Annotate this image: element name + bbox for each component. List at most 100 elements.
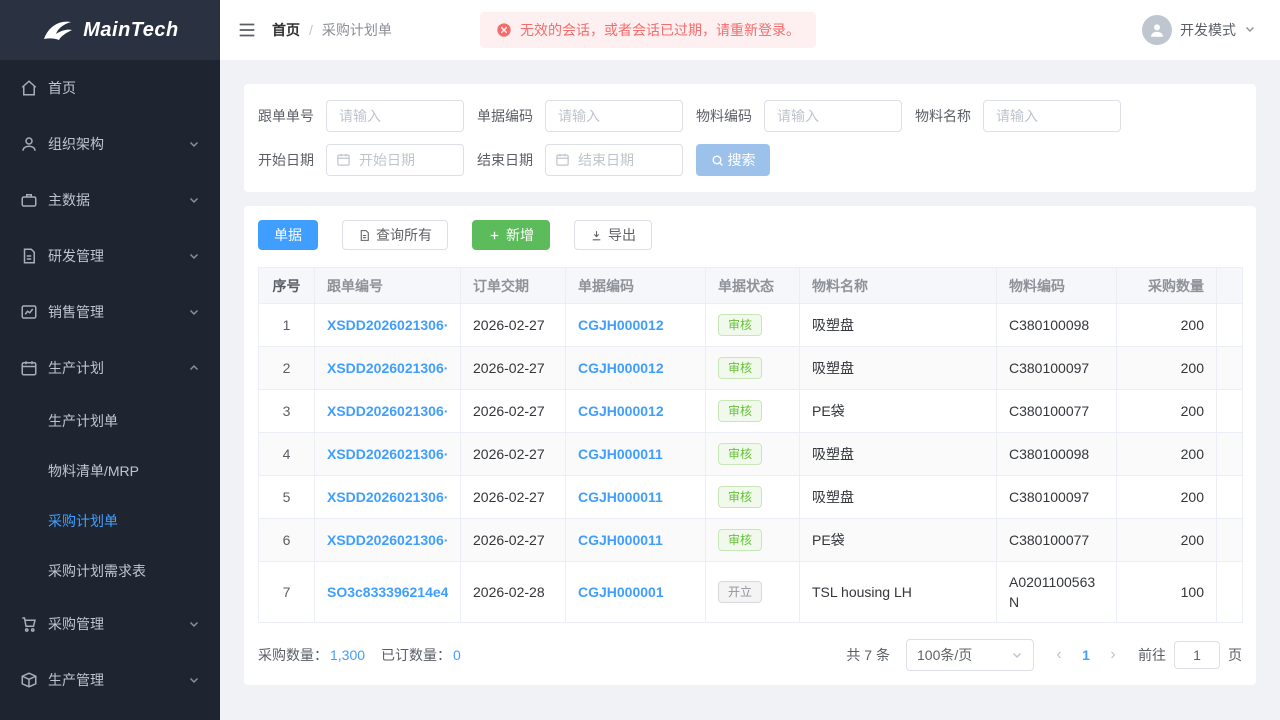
ordered-qty-value: 0 [453,647,461,663]
user-menu[interactable]: 开发模式 [1142,15,1256,45]
chevron-down-icon [188,250,200,262]
sidebar-subitem-production-plan-order[interactable]: 生产计划单 [0,396,220,446]
filter-label: 开始日期 [258,150,314,170]
material-name-input[interactable] [983,100,1121,132]
cell-extra [1217,476,1243,519]
filter-doc-code: 单据编码 [477,100,683,132]
chevron-down-icon [188,674,200,686]
cell-material: PE袋 [800,519,997,562]
doc-no-link[interactable]: CGJH000012 [578,315,693,335]
order-no-link[interactable]: XSDD2026021306·· [327,487,448,507]
goto-page-input[interactable] [1174,641,1220,669]
doc-no-link[interactable]: CGJH000011 [578,487,693,507]
sidebar-item-org[interactable]: 组织架构 [0,116,220,172]
document-button-label: 单据 [274,225,302,245]
doc-no-link[interactable]: CGJH000012 [578,358,693,378]
prev-page-button[interactable]: ‹ [1048,646,1070,664]
document-button[interactable]: 单据 [258,220,318,250]
add-button[interactable]: 新增 [472,220,550,250]
table-row: 4 XSDD2026021306·· 2026-02-27 CGJH000011… [259,433,1243,476]
breadcrumb-home[interactable]: 首页 [272,20,300,40]
download-icon [590,229,603,242]
filter-material-code: 物料编码 [696,100,902,132]
cell-material-code: C380100077 [997,519,1117,562]
sidebar-item-sales[interactable]: 销售管理 [0,284,220,340]
search-button-label: 搜索 [728,150,756,170]
start-date-input[interactable] [326,144,464,176]
cell-qty: 200 [1117,347,1217,390]
order-no-link[interactable]: XSDD2026021306·· [327,444,448,464]
cell-extra [1217,562,1243,623]
page-number[interactable]: 1 [1074,647,1098,663]
cell-material-code: C380100077 [997,390,1117,433]
table-row: 2 XSDD2026021306·· 2026-02-27 CGJH000012… [259,347,1243,390]
cell-extra [1217,390,1243,433]
sidebar-subitem-bom-mrp[interactable]: 物料清单/MRP [0,446,220,496]
filter-label: 物料名称 [915,106,971,126]
plus-icon [488,229,501,242]
table-row: 3 XSDD2026021306·· 2026-02-27 CGJH000012… [259,390,1243,433]
app-root: MainTech 首页 组织架构 主数据 研发管理 [0,0,1280,720]
sidebar-subitem-purchase-plan-demand[interactable]: 采购计划需求表 [0,546,220,596]
cell-seq: 2 [259,347,315,390]
cell-material: 吸塑盘 [800,433,997,476]
col-header-delivery: 订单交期 [461,268,566,304]
cell-qty: 200 [1117,390,1217,433]
export-button-label: 导出 [608,225,636,245]
hamburger-icon[interactable] [236,19,258,41]
page-size-select[interactable]: 100条/页 [906,639,1034,671]
cell-extra [1217,347,1243,390]
export-button[interactable]: 导出 [574,220,652,250]
cell-seq: 7 [259,562,315,623]
cell-material-code: C380100098 [997,433,1117,476]
order-no-input[interactable] [326,100,464,132]
sidebar-subitem-purchase-plan-order[interactable]: 采购计划单 [0,496,220,546]
sidebar-item-production-plan[interactable]: 生产计划 [0,340,220,396]
sidebar-item-label: 研发管理 [48,246,104,266]
order-no-link[interactable]: XSDD2026021306·· [327,530,448,550]
add-button-label: 新增 [506,225,534,245]
cell-material: PE袋 [800,390,997,433]
avatar [1142,15,1172,45]
cell-material: 吸塑盘 [800,347,997,390]
filter-start-date: 开始日期 [258,144,464,176]
search-button[interactable]: 搜索 [696,144,770,176]
cell-qty: 200 [1117,433,1217,476]
cell-material: 吸塑盘 [800,304,997,347]
order-no-link[interactable]: XSDD2026021306·· [327,315,448,335]
query-all-button-label: 查询所有 [376,225,432,245]
doc-no-link[interactable]: CGJH000011 [578,444,693,464]
cell-seq: 5 [259,476,315,519]
user-icon [20,135,38,153]
query-all-button[interactable]: 查询所有 [342,220,448,250]
next-page-button[interactable]: › [1102,646,1124,664]
doc-no-link[interactable]: CGJH000001 [578,582,693,602]
chevron-down-icon [1011,649,1023,661]
order-no-link[interactable]: XSDD2026021306·· [327,401,448,421]
document-icon [20,247,38,265]
breadcrumb-current: 采购计划单 [322,20,392,40]
cell-extra [1217,519,1243,562]
sidebar-item-rnd[interactable]: 研发管理 [0,228,220,284]
order-no-link[interactable]: XSDD2026021306·· [327,358,448,378]
cell-delivery: 2026-02-27 [461,347,566,390]
purchase-qty-value: 1,300 [330,647,365,663]
session-error-alert: 无效的会话，或者会话已过期，请重新登录。 [480,12,816,48]
end-date-input[interactable] [545,144,683,176]
sidebar-item-label: 主数据 [48,190,90,210]
sidebar-item-purchasing[interactable]: 采购管理 [0,596,220,652]
doc-code-input[interactable] [545,100,683,132]
order-no-link[interactable]: SO3c833396214e40 [327,582,448,602]
material-code-input[interactable] [764,100,902,132]
sidebar-item-masterdata[interactable]: 主数据 [0,172,220,228]
sidebar-item-home[interactable]: 首页 [0,60,220,116]
col-header-status: 单据状态 [706,268,800,304]
doc-no-link[interactable]: CGJH000012 [578,401,693,421]
doc-no-link[interactable]: CGJH000011 [578,530,693,550]
sidebar-item-manufacturing[interactable]: 生产管理 [0,652,220,708]
table-row: 1 XSDD2026021306·· 2026-02-27 CGJH000012… [259,304,1243,347]
status-badge: 审核 [718,400,762,422]
breadcrumb-separator: / [309,22,313,38]
briefcase-icon [20,191,38,209]
cell-seq: 1 [259,304,315,347]
